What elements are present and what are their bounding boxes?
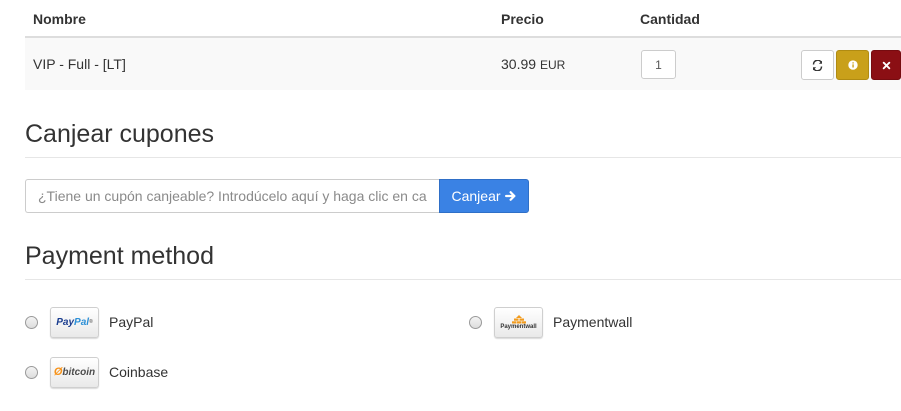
payment-option-coinbase[interactable]: Øbitcoin Coinbase xyxy=(25,356,168,388)
paypal-radio[interactable] xyxy=(25,315,38,329)
price-currency: EUR xyxy=(539,58,566,72)
paymentwall-logo-icon: Paymentwall xyxy=(494,306,543,338)
column-header-price: Precio xyxy=(501,11,544,27)
payment-option-label: PayPal xyxy=(109,314,154,330)
refresh-icon xyxy=(812,59,823,71)
price-amount: 30.99 xyxy=(501,56,537,72)
remove-button[interactable] xyxy=(871,50,901,80)
payment-option-label: Paymentwall xyxy=(553,314,633,330)
coinbase-radio[interactable] xyxy=(25,365,38,379)
remove-icon xyxy=(882,61,890,69)
payment-option-paypal[interactable]: Pay Pal ® PayPal xyxy=(25,306,153,338)
info-button[interactable] xyxy=(836,50,869,80)
bitcoin-logo-icon: Øbitcoin xyxy=(50,356,99,388)
column-header-quantity: Cantidad xyxy=(640,11,700,27)
coupons-title: Canjear cupones xyxy=(25,120,901,158)
arrow-right-icon xyxy=(504,191,516,201)
paymentwall-radio[interactable] xyxy=(469,315,482,329)
table-row: VIP - Full - [LT] 30.99 EUR xyxy=(25,38,901,90)
column-header-name: Nombre xyxy=(33,11,86,27)
quantity-input[interactable] xyxy=(641,50,676,79)
paypal-logo-icon: Pay Pal ® xyxy=(50,306,99,338)
redeem-coupon-button[interactable]: Canjear xyxy=(439,179,529,213)
cart-table: Nombre Precio Cantidad VIP - Full - [LT]… xyxy=(25,0,901,90)
redeem-coupon-label: Canjear xyxy=(451,188,501,204)
paymentwall-bricks-icon xyxy=(511,314,526,323)
cart-table-header: Nombre Precio Cantidad xyxy=(25,0,901,38)
info-icon xyxy=(847,60,858,70)
payment-method-title: Payment method xyxy=(25,242,901,280)
payment-option-paymentwall[interactable]: Paymentwall Paymentwall xyxy=(469,306,632,338)
refresh-button[interactable] xyxy=(801,50,834,80)
row-actions xyxy=(801,50,901,80)
product-name: VIP - Full - [LT] xyxy=(33,56,126,72)
product-price: 30.99 EUR xyxy=(501,56,565,72)
payment-option-label: Coinbase xyxy=(109,364,169,380)
coupon-input[interactable] xyxy=(25,179,439,213)
